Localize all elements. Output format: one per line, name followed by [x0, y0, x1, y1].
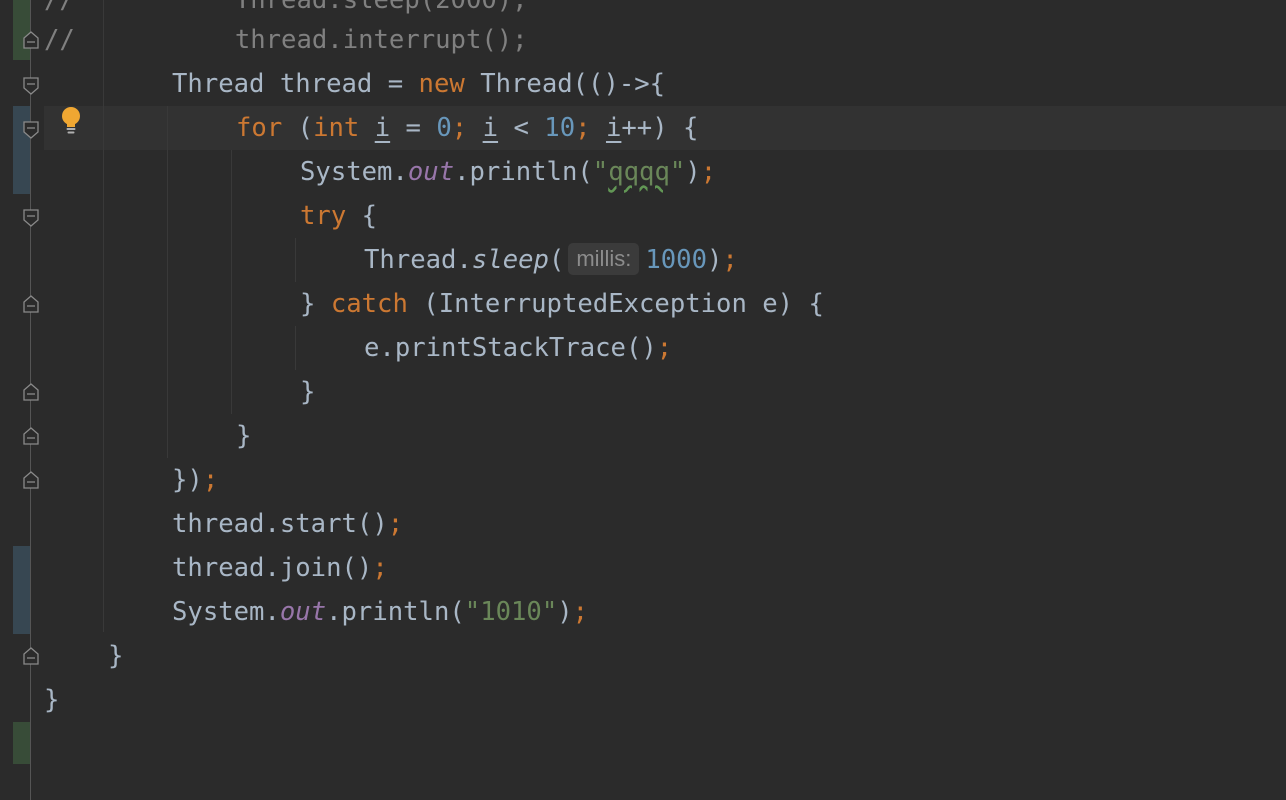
- string-quote: ": [592, 157, 609, 187]
- code-line[interactable]: }: [44, 370, 315, 414]
- code-line[interactable]: }: [44, 678, 59, 722]
- code-text: ): [557, 597, 573, 627]
- code-text: }: [300, 289, 331, 319]
- code-text: }: [44, 685, 60, 715]
- code-text: }: [108, 641, 124, 671]
- code-line[interactable]: }: [44, 634, 123, 678]
- code-line[interactable]: } catch (InterruptedException e) {: [44, 282, 824, 326]
- semicolon: ;: [575, 113, 591, 143]
- code-text: thread.start(): [172, 509, 388, 539]
- code-line[interactable]: // thread.interrupt();: [44, 18, 528, 62]
- code-text: thread.join(): [172, 553, 373, 583]
- code-line[interactable]: });: [44, 458, 218, 502]
- code-text: {: [346, 201, 378, 231]
- string-quote: ": [669, 157, 686, 187]
- code-text: Thread(()->{: [464, 69, 666, 99]
- vcs-modified-marker[interactable]: [13, 546, 30, 634]
- semicolon: ;: [700, 157, 717, 187]
- code-text: Thread thread =: [172, 69, 419, 99]
- fold-marker-icon[interactable]: [23, 470, 39, 490]
- code-line[interactable]: try {: [44, 194, 377, 238]
- code-text: System.: [300, 157, 408, 187]
- code-text: System.: [172, 597, 280, 627]
- semicolon: ;: [202, 465, 219, 495]
- code-text: (InterruptedException e) {: [407, 289, 824, 319]
- code-editor[interactable]: // Thread.sleep(2000); // thread.interrupt…: [0, 0, 1286, 800]
- semicolon: ;: [572, 597, 589, 627]
- fold-marker-icon[interactable]: [23, 382, 39, 402]
- semicolon: ;: [387, 509, 404, 539]
- keyword: new: [418, 69, 465, 99]
- code-text: }): [172, 465, 203, 495]
- semicolon: ;: [451, 113, 468, 143]
- variable: i: [482, 113, 499, 143]
- number: 1000: [645, 245, 707, 275]
- code-line[interactable]: thread.join();: [44, 546, 388, 590]
- code-line[interactable]: System.out.println("1010");: [44, 590, 588, 634]
- code-line[interactable]: for (int i = 0; i < 10; i++) {: [44, 106, 698, 150]
- fold-marker-icon[interactable]: [23, 294, 39, 314]
- code-text: .println(: [454, 157, 593, 187]
- code-text: =: [390, 113, 437, 143]
- keyword: try: [300, 201, 347, 231]
- code-text: thread.interrupt();: [234, 25, 528, 55]
- code-text: ++) {: [621, 113, 699, 143]
- code-text: }: [300, 377, 316, 407]
- code-text: Thread.: [364, 245, 472, 275]
- code-line[interactable]: thread.start();: [44, 502, 403, 546]
- comment-marker: //: [44, 0, 75, 15]
- code-text: .println(: [326, 597, 465, 627]
- variable: i: [374, 113, 391, 143]
- fold-marker-icon[interactable]: [23, 120, 39, 140]
- code-text: (: [282, 113, 314, 143]
- code-text: Thread.sleep(2000);: [234, 0, 528, 15]
- static-field: out: [407, 157, 455, 187]
- fold-marker-icon[interactable]: [23, 30, 39, 50]
- fold-marker-icon[interactable]: [23, 208, 39, 228]
- number: 10: [544, 113, 576, 143]
- code-text: (: [548, 245, 565, 275]
- number: 0: [436, 113, 452, 143]
- variable: i: [605, 113, 622, 143]
- semicolon: ;: [372, 553, 388, 583]
- keyword: catch: [330, 289, 408, 319]
- code-text: }: [236, 421, 252, 451]
- static-method: sleep: [471, 245, 549, 275]
- parameter-hint: millis:: [568, 243, 640, 275]
- keyword: for: [236, 113, 283, 143]
- semicolon: ;: [722, 245, 738, 275]
- code-text: e.printStackTrace(): [364, 333, 657, 363]
- code-text: ): [706, 245, 723, 275]
- code-line[interactable]: Thread.sleep(millis: 1000);: [44, 238, 738, 282]
- code-line[interactable]: Thread thread = new Thread(()->{: [44, 62, 665, 106]
- typo-string: qqqq: [608, 157, 670, 187]
- fold-marker-icon[interactable]: [23, 76, 39, 96]
- fold-marker-icon[interactable]: [23, 426, 39, 446]
- code-text: <: [498, 113, 545, 143]
- code-line[interactable]: }: [44, 414, 251, 458]
- keyword: int: [313, 113, 360, 143]
- static-field: out: [279, 597, 327, 627]
- vcs-added-marker[interactable]: [13, 722, 30, 764]
- fold-marker-icon[interactable]: [23, 646, 39, 666]
- code-line[interactable]: e.printStackTrace();: [44, 326, 672, 370]
- code-text: ): [685, 157, 701, 187]
- semicolon: ;: [656, 333, 673, 363]
- code-line[interactable]: System.out.println("qqqq");: [44, 150, 716, 194]
- comment-marker: //: [44, 25, 75, 55]
- string-literal: "1010": [464, 597, 558, 627]
